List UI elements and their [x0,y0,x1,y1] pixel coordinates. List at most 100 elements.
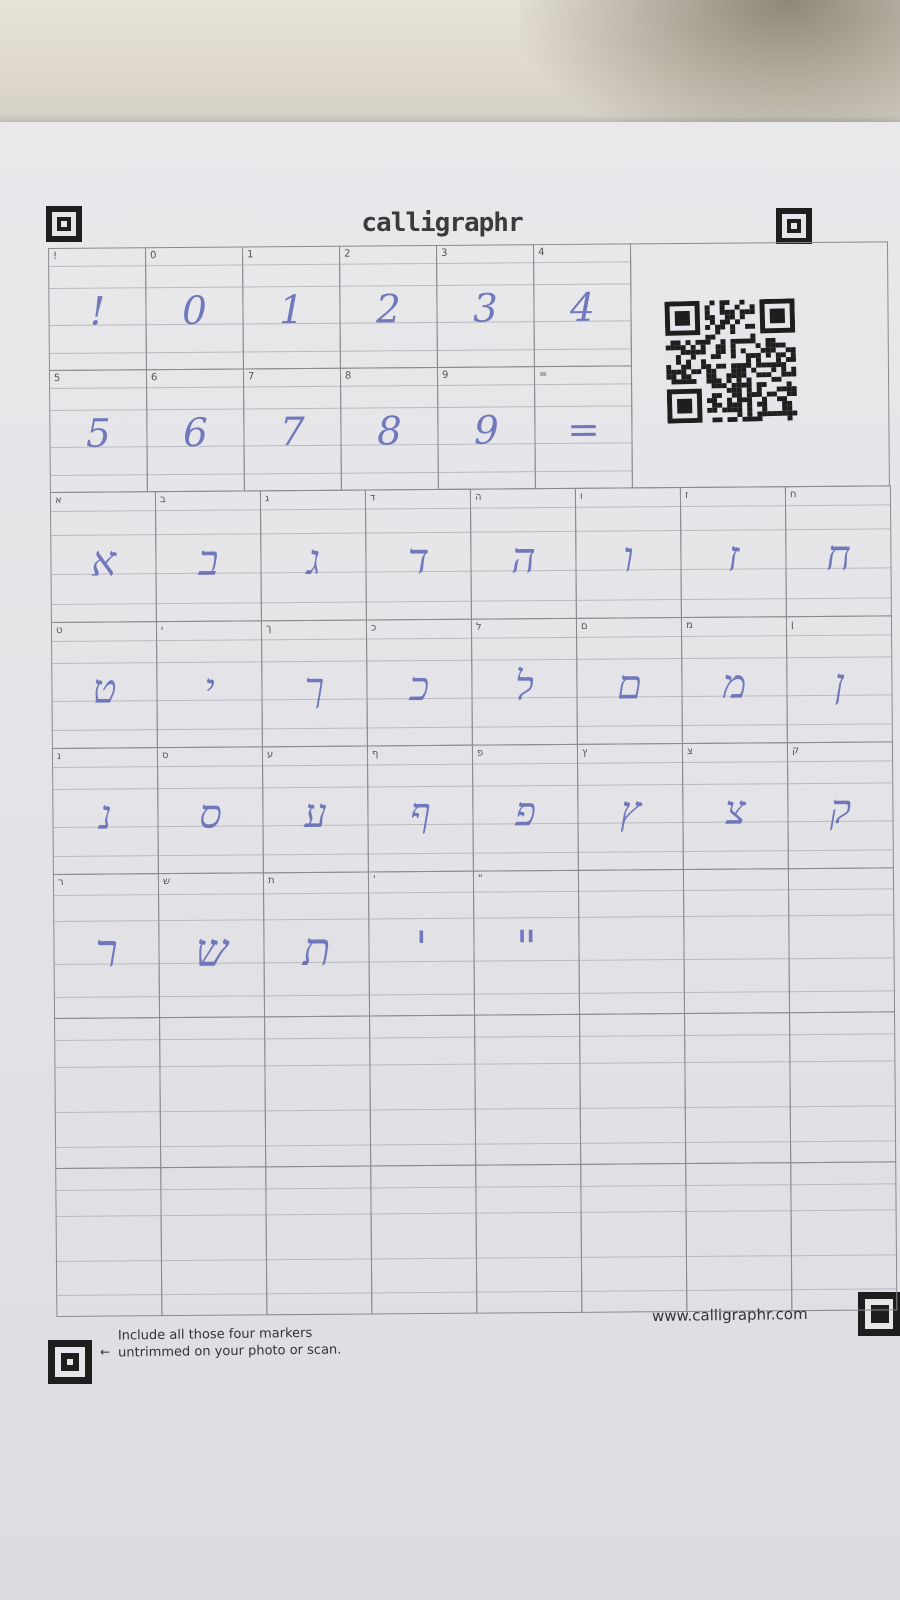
glyph-cell: ככ [365,618,473,747]
glyph-cell: בב [154,490,262,623]
instruction-line-2: untrimmed on your photo or scan. [118,1342,342,1361]
glyph-label: ך [265,623,272,635]
glyph-cell: סס [156,746,264,875]
glyph-label: 2 [344,248,351,260]
handwritten-glyph [160,1068,264,1069]
glyph-label: ה [474,491,482,503]
handwritten-glyph: ה [510,533,536,583]
glyph-label: א [54,494,62,506]
handwritten-glyph [265,1068,369,1069]
glyph-cell: גג [259,489,367,622]
glyph-label: ת [267,875,275,887]
glyph-label: ז [684,489,689,502]
glyph-cell: וו [574,487,682,619]
glyph-cell [684,1012,792,1165]
glyph-cell [475,1163,583,1314]
handwritten-glyph: 6 [182,410,209,456]
glyph-cell: חח [784,485,892,618]
handwritten-glyph: 2 [375,287,402,333]
handwritten-glyph: ג [306,534,321,584]
handwritten-glyph: ר [94,923,119,978]
glyph-label: ץ [581,746,588,758]
glyph-cell: טט [50,621,158,749]
handwritten-glyph: ב [198,535,219,585]
handwritten-glyph: מ [722,661,747,708]
handwritten-glyph: ן [834,660,845,707]
handwritten-glyph: 9 [473,408,500,454]
handwritten-glyph: 5 [85,411,112,457]
brand-logo: calligraphr [361,208,523,238]
glyph-label: ח [789,489,797,501]
handwritten-glyph: 4 [569,285,596,331]
handwritten-glyph: ש [195,922,229,977]
glyph-cell [682,868,791,1015]
glyph-label: 0 [150,250,157,262]
handwritten-glyph [372,1216,476,1217]
handwritten-glyph: ף [409,790,431,837]
handwritten-glyph [790,1063,894,1064]
glyph-cell [159,1016,267,1169]
handwritten-glyph [55,1069,159,1070]
handwritten-glyph [582,1214,686,1215]
glyph-cell: תת [262,871,371,1018]
glyph-label: ' [372,874,376,886]
glyph-cell: 55 [48,369,148,493]
handwritten-glyph: ל [514,663,534,710]
glyph-cell: אא [49,491,157,623]
glyph-cell [160,1166,268,1317]
glyph-label: 7 [247,371,255,383]
glyph-cell: דד [364,488,472,621]
handwritten-glyph: כ [409,664,430,711]
glyph-cell: ץץ [576,743,684,871]
glyph-cell: ףף [366,744,474,873]
handwritten-glyph [370,1067,474,1068]
handwritten-glyph: ת [302,921,331,977]
handwritten-glyph: ט [92,666,117,713]
glyph-label: צ [686,745,693,757]
glyph-cell: 22 [338,244,438,369]
glyph-cell: 88 [339,366,439,491]
glyph-label: ר [57,876,64,888]
handwritten-glyph: ד [407,534,430,584]
glyph-cell [265,1165,373,1316]
glyph-cell: !! [48,247,147,371]
handwritten-glyph [789,917,893,918]
glyph-cell: הה [469,487,577,620]
handwritten-glyph: " [515,920,538,975]
glyph-label: פ [476,747,484,759]
glyph-cell [370,1164,478,1315]
glyph-label: מ [685,619,693,632]
glyph-cell [579,1013,687,1165]
handwritten-glyph: נ [98,792,113,839]
handwritten-glyph: ! [89,289,106,335]
glyph-cell: זז [679,486,787,619]
handwritten-glyph: א [90,536,117,586]
handwritten-glyph: 8 [376,409,403,455]
glyph-label: 8 [344,370,352,382]
glyph-cell: 99 [436,366,536,490]
glyph-label: = [538,369,548,381]
handwritten-glyph [57,1218,161,1219]
handwritten-glyph: 1 [278,287,305,334]
handwritten-glyph: ם [616,662,643,709]
glyph-cell: = = [533,365,633,490]
arrow-left-icon: ← [100,1345,111,1359]
glyph-label: ג [264,493,270,505]
glyph-cell: 77 [242,367,342,492]
handwritten-glyph: ח [825,530,852,580]
glyph-label: נ [56,750,62,762]
glyph-label: 6 [150,372,158,384]
glyph-cell [790,1161,898,1312]
corner-marker-top-left-icon [46,206,82,242]
handwritten-glyph [477,1215,581,1216]
glyph-cell [54,1017,162,1169]
glyph-cell: עע [261,745,369,874]
handwritten-glyph: ק [829,786,852,833]
handwritten-glyph: פ [514,789,537,836]
glyph-label: ו [579,490,583,502]
handwritten-glyph: ץ [619,788,642,835]
glyph-cell: 66 [145,368,245,493]
glyph-cell: ךך [260,619,368,748]
glyph-cell [369,1014,477,1167]
glyph-label: ש [162,876,171,888]
